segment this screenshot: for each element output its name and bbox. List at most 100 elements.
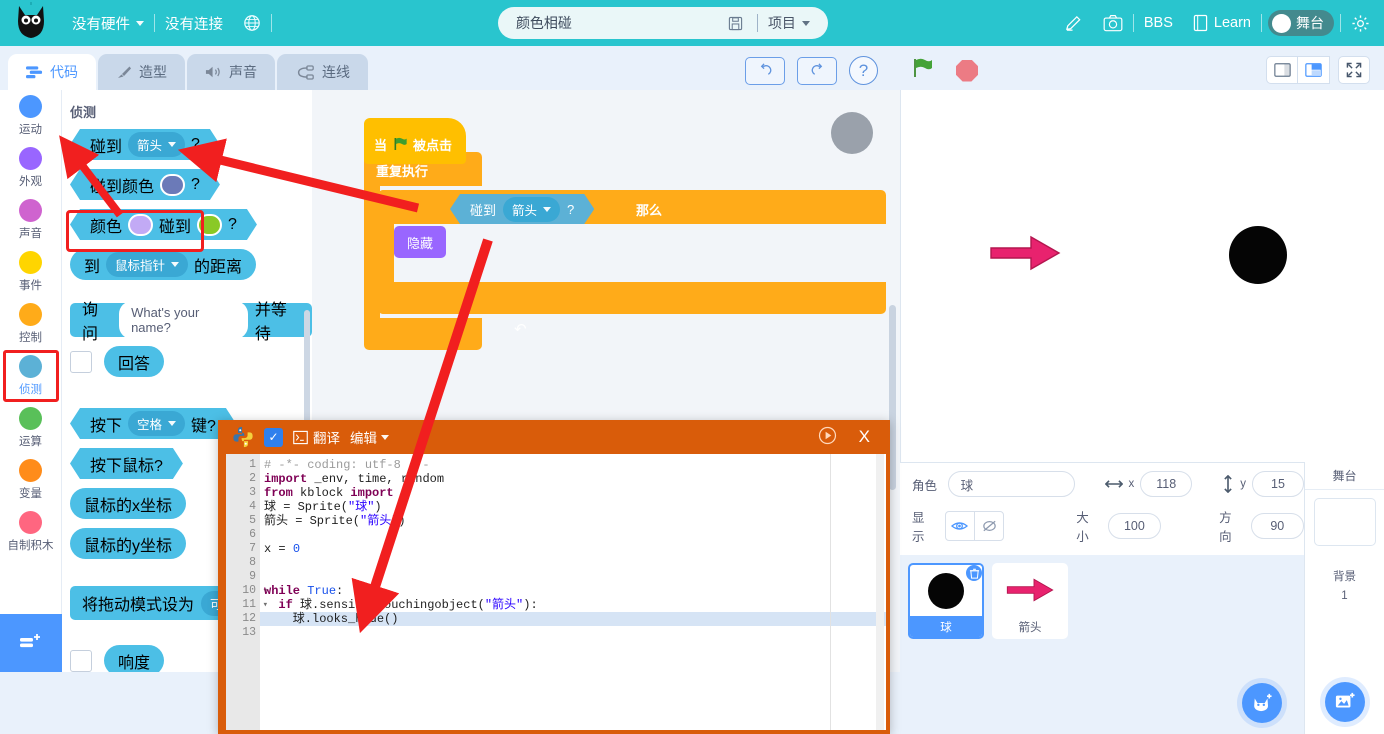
eye-icon[interactable] [946, 512, 975, 540]
code-text[interactable]: # -*- coding: utf-8 -*- import _env, tim… [260, 454, 886, 730]
block-distance-to[interactable]: 到 鼠标指针 的距离 [70, 249, 257, 280]
sprite-ball-on-stage[interactable] [1227, 224, 1289, 286]
line-number-foldable[interactable]: 10 ▾ [226, 584, 268, 598]
green-flag-icon [914, 58, 932, 77]
y-input[interactable]: 15 [1252, 471, 1304, 497]
tab-connect[interactable]: 连线 [277, 54, 368, 90]
monitor-checkbox-answer[interactable] [70, 350, 92, 373]
category-control[interactable]: 控制 [0, 298, 61, 350]
block-when-flag-clicked[interactable]: 当 被点击 [364, 118, 466, 164]
sprite-card-ball[interactable]: 球 [908, 563, 984, 639]
project-name[interactable]: 颜色相碰 [516, 13, 725, 33]
add-backdrop-icon [1335, 692, 1355, 708]
block-ask-and-wait[interactable]: 询问 What's your name? 并等待 [70, 301, 312, 343]
eye-slash-icon[interactable] [974, 512, 1003, 540]
block-touching-object[interactable]: 碰到 箭头 ? [70, 129, 220, 160]
block-touching-color[interactable]: 碰到颜色 ? [70, 169, 220, 200]
terminal-icon [293, 430, 308, 444]
tab-sounds[interactable]: 声音 [187, 54, 275, 90]
help-button[interactable]: ? [849, 56, 878, 85]
block-dropdown-target[interactable]: 鼠标指针 [106, 252, 189, 277]
learn-link[interactable]: Learn [1183, 0, 1261, 46]
green-flag-button[interactable] [910, 56, 934, 85]
line-number: 6 [249, 528, 256, 541]
block-condition-touching[interactable]: 碰到 箭头 ? [450, 194, 594, 224]
category-looks[interactable]: 外观 [0, 142, 61, 194]
block-key-pressed[interactable]: 按下 空格 键? [70, 408, 236, 439]
add-backdrop-button[interactable] [1325, 682, 1365, 722]
block-label: ? [228, 215, 237, 233]
redo-button[interactable] [797, 56, 837, 85]
block-dropdown-key[interactable]: 空格 [128, 411, 185, 436]
tab-costumes[interactable]: 造型 [98, 54, 185, 90]
ball-sprite-thumb [926, 565, 966, 616]
condition-dropdown[interactable]: 箭头 [503, 197, 560, 222]
monitor-checkbox-loudness[interactable] [70, 649, 92, 672]
sprite-name-input[interactable]: 球 [947, 471, 1075, 497]
block-text-input[interactable]: What's your name? [119, 301, 248, 339]
color-swatch[interactable] [128, 214, 153, 236]
add-extension-button[interactable] [0, 614, 62, 672]
toolbar-right [1266, 56, 1370, 84]
close-icon[interactable]: X [859, 427, 876, 447]
color-swatch[interactable] [197, 214, 222, 236]
category-operators[interactable]: 运算 [0, 402, 61, 454]
edit-button[interactable] [1054, 0, 1093, 46]
workspace-scrollbar[interactable] [889, 305, 896, 490]
size-input[interactable]: 100 [1107, 513, 1162, 539]
block-loudness[interactable]: 响度 [104, 645, 165, 672]
trash-icon[interactable] [964, 565, 982, 583]
stop-button[interactable] [956, 59, 978, 82]
code-scrollbar[interactable] [876, 454, 884, 730]
check-icon[interactable]: ✓ [264, 427, 283, 447]
workspace-round-node[interactable] [831, 112, 873, 154]
block-label: ? [191, 135, 200, 153]
category-sound[interactable]: 声音 [0, 194, 61, 246]
category-my-blocks[interactable]: 自制积木 [0, 506, 61, 558]
block-mouse-y[interactable]: 鼠标的y坐标 [70, 528, 187, 559]
save-icon[interactable] [725, 16, 747, 31]
python-code-area[interactable]: 1 2 3 4 5 6 7 8 9 10 ▾ 11 ▾ 12 13 # -*- co… [226, 454, 886, 730]
line-number: 13 [242, 626, 256, 639]
stage-canvas[interactable] [901, 90, 1384, 462]
layout-large-button[interactable] [1298, 56, 1330, 84]
color-swatch[interactable] [160, 174, 185, 196]
undo-button[interactable] [745, 56, 785, 85]
python-editor-window[interactable]: ✓ 翻译 编辑 X 1 2 3 4 5 6 7 8 9 10 ▾ 11 ▾ 12… [218, 420, 890, 734]
screenshot-button[interactable] [1093, 0, 1133, 46]
block-if-then[interactable]: 碰到 箭头 ? 那么 [378, 190, 886, 314]
block-color-touching-color[interactable]: 颜色 碰到 ? [70, 209, 257, 240]
run-button[interactable] [818, 426, 837, 448]
settings-button[interactable] [1341, 0, 1384, 46]
x-input[interactable]: 118 [1140, 471, 1193, 497]
sprite-card-arrow[interactable]: 箭头 [992, 563, 1068, 639]
project-menu[interactable]: 项目 [768, 13, 824, 33]
edit-menu[interactable]: 编辑 [350, 427, 389, 447]
translate-button[interactable]: 翻译 [293, 427, 340, 447]
block-mouse-down[interactable]: 按下鼠标? [70, 448, 183, 479]
block-mouse-x[interactable]: 鼠标的x坐标 [70, 488, 187, 519]
direction-input[interactable]: 90 [1250, 513, 1304, 539]
code-line: while True: [264, 584, 344, 598]
category-sensing[interactable]: 侦测 [0, 350, 61, 402]
layout-small-button[interactable] [1266, 56, 1298, 84]
sprite-arrow-on-stage[interactable] [989, 232, 1061, 274]
bbs-link[interactable]: BBS [1134, 0, 1183, 46]
stage-toggle[interactable]: 舞台 [1268, 10, 1334, 36]
add-sprite-button[interactable] [1242, 683, 1282, 723]
hardware-selector[interactable]: 没有硬件 [62, 0, 154, 46]
block-answer[interactable]: 回答 [104, 346, 165, 377]
language-button[interactable] [233, 0, 271, 46]
block-hide[interactable]: 隐藏 [394, 226, 446, 258]
fullscreen-button[interactable] [1338, 56, 1370, 84]
app-logo[interactable] [0, 0, 62, 46]
category-motion[interactable]: 运动 [0, 90, 61, 142]
backdrop-thumb[interactable] [1313, 498, 1376, 546]
connection-status[interactable]: 没有连接 [155, 0, 233, 46]
category-variables[interactable]: 变量 [0, 454, 61, 506]
category-dot [19, 459, 42, 482]
category-events[interactable]: 事件 [0, 246, 61, 298]
line-number-foldable[interactable]: 11 ▾ [226, 598, 268, 612]
block-dropdown-target[interactable]: 箭头 [128, 132, 185, 157]
tab-code[interactable]: 代码 [8, 54, 96, 90]
